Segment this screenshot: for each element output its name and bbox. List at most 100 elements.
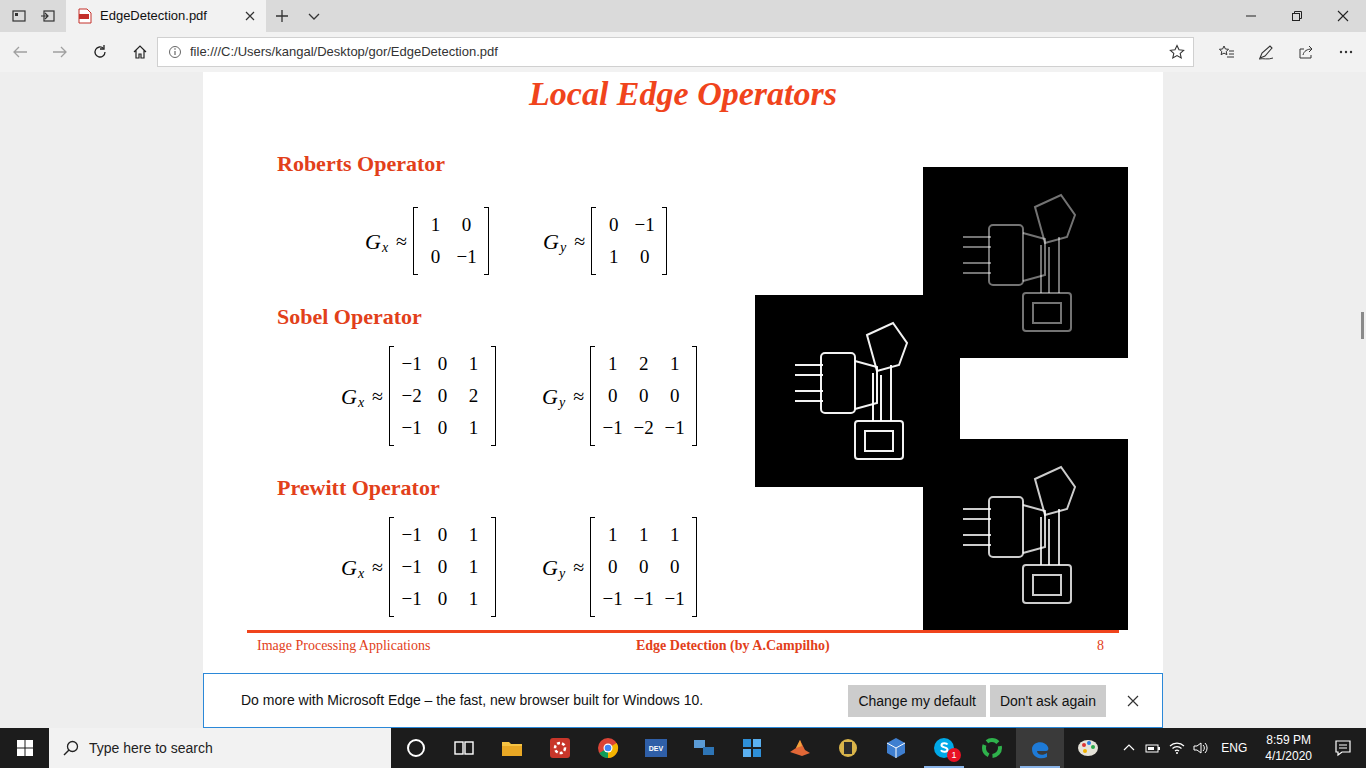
- more-icon[interactable]: [1338, 44, 1354, 60]
- close-tab-icon[interactable]: [244, 10, 256, 22]
- taskbar-app[interactable]: DEV: [632, 728, 680, 768]
- tray-item[interactable]: [1141, 740, 1165, 756]
- matrix-symbol: G: [542, 380, 558, 413]
- tray-item[interactable]: [1189, 740, 1213, 756]
- matlab-icon[interactable]: [788, 736, 812, 760]
- favorites-icon[interactable]: [1218, 44, 1234, 60]
- home-icon[interactable]: [132, 44, 148, 60]
- tab-bar: EdgeDetection.pdf: [0, 0, 1366, 32]
- taskbar-app[interactable]: [728, 728, 776, 768]
- refresh-icon[interactable]: [92, 44, 108, 60]
- search-placeholder[interactable]: Type here to search: [89, 738, 213, 759]
- close-icon[interactable]: [1127, 695, 1139, 707]
- window-button[interactable]: [1274, 0, 1320, 32]
- vbox-icon[interactable]: [884, 736, 908, 760]
- notification-badge: 1: [947, 748, 961, 762]
- operator-matrix: Gx≈−101−202−101: [341, 346, 496, 446]
- volume-icon[interactable]: [1193, 740, 1209, 756]
- cortana-icon[interactable]: [404, 736, 428, 760]
- running-indicator: [444, 766, 484, 768]
- minimize-icon[interactable]: [1245, 10, 1257, 22]
- taskbar-app[interactable]: [776, 728, 824, 768]
- prewitt-result-image: [923, 439, 1128, 630]
- taskbar-search[interactable]: Type here to search: [49, 728, 391, 768]
- matrix-cell: 1: [659, 519, 690, 551]
- taskbar-app[interactable]: [1064, 728, 1112, 768]
- chrome-icon[interactable]: [596, 736, 620, 760]
- info-icon[interactable]: [168, 45, 182, 59]
- scrollbar-thumb[interactable]: [1361, 312, 1364, 339]
- tool-icon[interactable]: [836, 736, 860, 760]
- window-button[interactable]: [1228, 0, 1274, 32]
- close-window-icon[interactable]: [1337, 10, 1349, 22]
- refresh-button[interactable]: [80, 32, 120, 72]
- matrix-subscript: x: [358, 563, 364, 584]
- taskbar-app[interactable]: [488, 728, 536, 768]
- matrix: 0−110: [591, 207, 667, 275]
- running-indicator: [588, 766, 628, 768]
- clock[interactable]: 8:59 PM4/1/2020: [1257, 732, 1320, 764]
- toolbar-button[interactable]: [1286, 32, 1326, 72]
- taskbar-app[interactable]: [584, 728, 632, 768]
- store-icon[interactable]: [740, 736, 764, 760]
- taskbar-app[interactable]: 1: [920, 728, 968, 768]
- taskbar-app[interactable]: [824, 728, 872, 768]
- start-button[interactable]: [0, 728, 49, 768]
- taskbar-app[interactable]: [440, 728, 488, 768]
- pen-icon[interactable]: [1258, 44, 1274, 60]
- restore-icon[interactable]: [1291, 10, 1303, 22]
- explorer-icon[interactable]: [500, 736, 524, 760]
- wifi-icon[interactable]: [1169, 740, 1185, 756]
- home-button[interactable]: [120, 32, 160, 72]
- taskbar-app[interactable]: [680, 728, 728, 768]
- show-hidden-icons-icon[interactable]: [1121, 740, 1137, 756]
- tray-item[interactable]: [1165, 740, 1189, 756]
- operator-matrix: Gy≈121000−1−2−1: [542, 346, 697, 446]
- taskbar-app[interactable]: [536, 728, 584, 768]
- tray-item[interactable]: [1117, 740, 1141, 756]
- devcpp-icon[interactable]: DEV: [644, 736, 668, 760]
- notification-close[interactable]: [1118, 695, 1148, 707]
- new-tab-icon[interactable]: [275, 9, 289, 23]
- notification-button[interactable]: Change my default: [848, 685, 986, 717]
- clock-time[interactable]: 8:59 PM: [1266, 732, 1311, 748]
- toolbar-button[interactable]: [1206, 32, 1246, 72]
- pdf-page: Local Edge OperatorsRoberts OperatorGx≈1…: [203, 72, 1163, 728]
- running-indicator: [828, 766, 868, 768]
- taskbar-app[interactable]: [872, 728, 920, 768]
- taskbar-app[interactable]: [392, 728, 440, 768]
- browser-tab[interactable]: EdgeDetection.pdf: [66, 0, 266, 32]
- toolbar-button[interactable]: [1246, 32, 1286, 72]
- notification-button[interactable]: Don't ask again: [990, 685, 1106, 717]
- tab-preview-icon[interactable]: [11, 8, 27, 24]
- address-bar[interactable]: file:///C:/Users/kangal/Desktop/gor/Edge…: [157, 37, 1194, 67]
- clock-date[interactable]: 4/1/2020: [1265, 748, 1312, 764]
- matrix-cell: 0: [427, 348, 458, 380]
- matrix-cell: 0: [659, 380, 690, 412]
- window-button[interactable]: [1320, 0, 1366, 32]
- share-icon[interactable]: [1298, 44, 1314, 60]
- sync-icon[interactable]: [980, 736, 1004, 760]
- gear-icon[interactable]: [548, 736, 572, 760]
- paint-icon[interactable]: [1076, 736, 1100, 760]
- matrix-cell: 1: [420, 209, 451, 241]
- tab-menu[interactable]: [298, 0, 330, 32]
- edge-icon[interactable]: [1028, 736, 1052, 760]
- network-icon[interactable]: [692, 736, 716, 760]
- favorite-star-icon[interactable]: [1169, 44, 1185, 60]
- chevron-down-icon[interactable]: [307, 11, 321, 21]
- set-aside-tabs-icon[interactable]: [40, 8, 56, 24]
- action-center-button[interactable]: [1320, 739, 1366, 757]
- windows-logo-icon[interactable]: [17, 740, 33, 756]
- matrix-cell: 0: [451, 209, 482, 241]
- address-text[interactable]: file:///C:/Users/kangal/Desktop/gor/Edge…: [190, 42, 1161, 62]
- power-icon[interactable]: [1145, 740, 1161, 756]
- input-language[interactable]: ENG: [1213, 739, 1257, 757]
- matrix-cell: −1: [629, 209, 660, 241]
- taskbar-app[interactable]: [1016, 728, 1064, 768]
- toolbar-button[interactable]: [1326, 32, 1366, 72]
- action-center-icon[interactable]: [1334, 739, 1352, 757]
- taskbar-app[interactable]: [968, 728, 1016, 768]
- matrix-cell: −1: [597, 412, 628, 444]
- taskview-icon[interactable]: [452, 736, 476, 760]
